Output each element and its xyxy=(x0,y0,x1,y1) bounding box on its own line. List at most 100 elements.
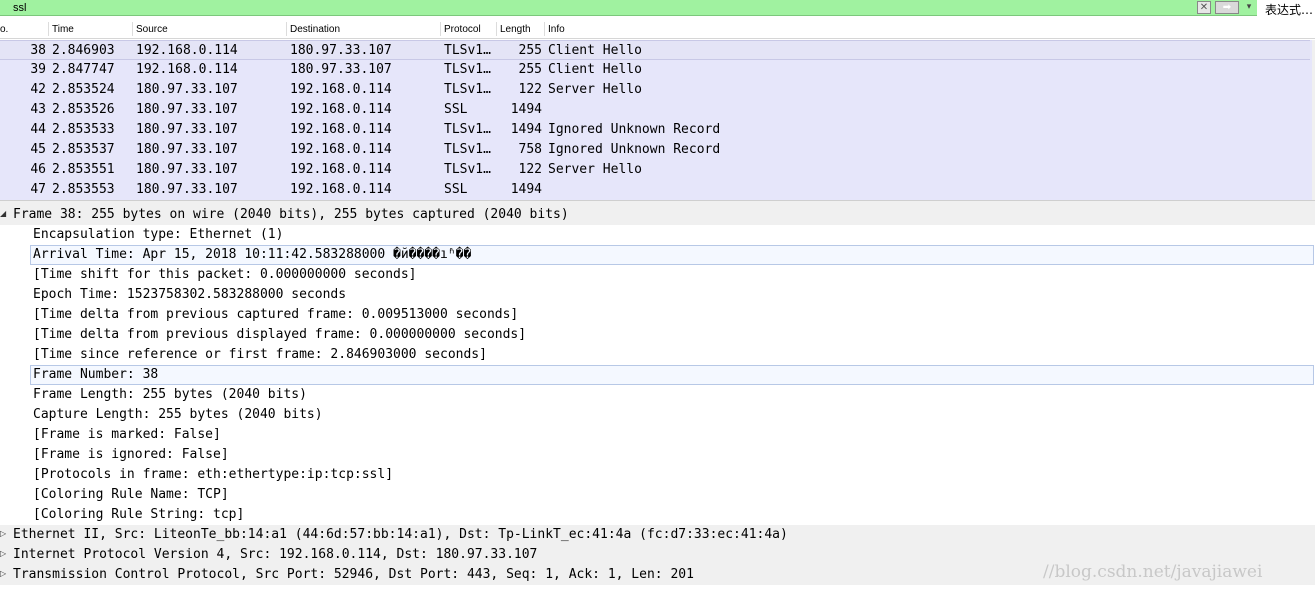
packet-row[interactable]: 39 2.847747 192.168.0.114 180.97.33.107 TLSv… xyxy=(0,60,1310,80)
collapsed-triangle-icon[interactable]: ▷ xyxy=(0,569,6,578)
tree-leaf[interactable]: [Time since reference or first frame: 2.… xyxy=(0,345,1315,365)
packet-length-cell: 122 xyxy=(496,82,542,97)
packet-protocol-cell: TLSv1… xyxy=(444,122,491,137)
tree-item-label: [Frame is marked: False] xyxy=(33,427,221,442)
column-separator[interactable] xyxy=(544,22,545,36)
packet-info-cell: Client Hello xyxy=(548,43,642,58)
display-filter-bar: ssl ✕ ➡ ▾ 表达式… xyxy=(0,0,1315,17)
column-header-source[interactable]: Source xyxy=(136,24,168,35)
packet-time-cell: 2.853526 xyxy=(52,102,115,117)
packet-no-cell: 47 xyxy=(10,182,46,197)
expression-button[interactable]: 表达式… xyxy=(1265,1,1313,18)
column-separator[interactable] xyxy=(286,22,287,36)
packet-time-cell: 2.853551 xyxy=(52,162,115,177)
column-header-no[interactable]: o. xyxy=(0,24,8,35)
tree-item-label: [Time delta from previous displayed fram… xyxy=(33,327,526,342)
packet-source-cell: 180.97.33.107 xyxy=(136,102,238,117)
packet-time-cell: 2.846903 xyxy=(52,43,115,58)
packet-destination-cell: 180.97.33.107 xyxy=(290,43,392,58)
packet-info-cell: Client Hello xyxy=(548,62,642,77)
tree-leaf[interactable]: [Coloring Rule Name: TCP] xyxy=(0,485,1315,505)
collapsed-triangle-icon[interactable]: ▷ xyxy=(0,529,6,538)
tree-item-label: [Coloring Rule String: tcp] xyxy=(33,507,244,522)
packet-length-cell: 758 xyxy=(496,142,542,157)
packet-length-cell: 122 xyxy=(496,162,542,177)
column-header-destination[interactable]: Destination xyxy=(290,24,340,35)
column-header-time[interactable]: Time xyxy=(52,24,74,35)
tree-leaf[interactable]: Frame Length: 255 bytes (2040 bits) xyxy=(0,385,1315,405)
packet-protocol-cell: TLSv1… xyxy=(444,62,491,77)
packet-row[interactable]: 47 2.853553 180.97.33.107 192.168.0.114 SSL 1… xyxy=(0,180,1310,200)
packet-no-cell: 39 xyxy=(10,62,46,77)
packet-info-cell: Server Hello xyxy=(548,162,642,177)
packet-row[interactable]: 42 2.853524 180.97.33.107 192.168.0.114 TLSv… xyxy=(0,80,1310,100)
clear-filter-button[interactable]: ✕ xyxy=(1197,1,1211,14)
packet-row[interactable]: 38 2.846903 192.168.0.114 180.97.33.107 TLSv… xyxy=(0,40,1310,60)
tree-item-label: [Time shift for this packet: 0.000000000… xyxy=(33,267,417,282)
packet-destination-cell: 192.168.0.114 xyxy=(290,82,392,97)
tree-leaf[interactable]: [Time delta from previous displayed fram… xyxy=(0,325,1315,345)
clear-x-icon: ✕ xyxy=(1200,2,1208,13)
packet-source-cell: 180.97.33.107 xyxy=(136,162,238,177)
tree-item-label: Frame Length: 255 bytes (2040 bits) xyxy=(33,387,307,402)
packet-no-cell: 46 xyxy=(10,162,46,177)
tree-item-label: Capture Length: 255 bytes (2040 bits) xyxy=(33,407,323,422)
packet-time-cell: 2.853524 xyxy=(52,82,115,97)
packet-list-header: o. Time Source Destination Protocol Leng… xyxy=(0,20,1315,39)
display-filter-input[interactable]: ssl xyxy=(0,0,1257,16)
display-filter-text[interactable]: ssl xyxy=(13,2,26,14)
packet-destination-cell: 192.168.0.114 xyxy=(290,162,392,177)
column-separator[interactable] xyxy=(48,22,49,36)
packet-protocol-cell: SSL xyxy=(444,102,467,117)
column-header-info[interactable]: Info xyxy=(548,24,565,35)
filter-history-dropdown[interactable]: ▾ xyxy=(1243,1,1255,14)
column-separator[interactable] xyxy=(496,22,497,36)
tree-leaf[interactable]: [Frame is marked: False] xyxy=(0,425,1315,445)
packet-length-cell: 255 xyxy=(496,43,542,58)
column-separator[interactable] xyxy=(132,22,133,36)
tree-node[interactable]: ▷ Ethernet II, Src: LiteonTe_bb:14:a1 (44… xyxy=(0,525,1315,545)
packet-destination-cell: 192.168.0.114 xyxy=(290,102,392,117)
packet-destination-cell: 192.168.0.114 xyxy=(290,182,392,197)
packet-protocol-cell: TLSv1… xyxy=(444,162,491,177)
tree-leaf[interactable]: [Coloring Rule String: tcp] xyxy=(0,505,1315,525)
tree-node[interactable]: ◢ Frame 38: 255 bytes on wire (2040 bits)… xyxy=(0,205,1315,225)
packet-details-tree: ◢ Frame 38: 255 bytes on wire (2040 bits)… xyxy=(0,205,1315,591)
tree-leaf[interactable]: [Time delta from previous captured frame… xyxy=(0,305,1315,325)
tree-leaf[interactable]: [Frame is ignored: False] xyxy=(0,445,1315,465)
collapsed-triangle-icon[interactable]: ▷ xyxy=(0,549,6,558)
packet-no-cell: 38 xyxy=(10,43,46,58)
packet-no-cell: 44 xyxy=(10,122,46,137)
tree-leaf[interactable]: Arrival Time: Apr 15, 2018 10:11:42.5832… xyxy=(0,245,1315,265)
column-separator[interactable] xyxy=(440,22,441,36)
column-header-length[interactable]: Length xyxy=(500,24,531,35)
packet-length-cell: 1494 xyxy=(496,122,542,137)
tree-item-label: Frame 38: 255 bytes on wire (2040 bits),… xyxy=(13,207,569,222)
tree-leaf[interactable]: Encapsulation type: Ethernet (1) xyxy=(0,225,1315,245)
tree-leaf[interactable]: Frame Number: 38 xyxy=(0,365,1315,385)
tree-leaf[interactable]: Epoch Time: 1523758302.583288000 seconds xyxy=(0,285,1315,305)
expanded-triangle-icon[interactable]: ◢ xyxy=(0,209,6,218)
tree-item-label: Internet Protocol Version 4, Src: 192.16… xyxy=(13,547,537,562)
packet-protocol-cell: TLSv1… xyxy=(444,142,491,157)
packet-row[interactable]: 45 2.853537 180.97.33.107 192.168.0.114 TLSv… xyxy=(0,140,1310,160)
packet-protocol-cell: TLSv1… xyxy=(444,43,491,58)
tree-leaf[interactable]: [Time shift for this packet: 0.000000000… xyxy=(0,265,1315,285)
apply-filter-button[interactable]: ➡ xyxy=(1215,1,1239,14)
packet-row[interactable]: 43 2.853526 180.97.33.107 192.168.0.114 SSL 1… xyxy=(0,100,1310,120)
packet-row[interactable]: 44 2.853533 180.97.33.107 192.168.0.114 TLSv… xyxy=(0,120,1310,140)
packet-time-cell: 2.853533 xyxy=(52,122,115,137)
column-header-protocol[interactable]: Protocol xyxy=(444,24,481,35)
packet-info-cell: Ignored Unknown Record xyxy=(548,142,720,157)
tree-item-label: Encapsulation type: Ethernet (1) xyxy=(33,227,283,242)
packet-destination-cell: 192.168.0.114 xyxy=(290,122,392,137)
packet-time-cell: 2.847747 xyxy=(52,62,115,77)
packet-row[interactable]: 46 2.853551 180.97.33.107 192.168.0.114 TLSv… xyxy=(0,160,1310,180)
packet-source-cell: 180.97.33.107 xyxy=(136,82,238,97)
tree-item-highlight xyxy=(30,365,1314,385)
tree-leaf[interactable]: [Protocols in frame: eth:ethertype:ip:tc… xyxy=(0,465,1315,485)
packet-list: 38 2.846903 192.168.0.114 180.97.33.107 TLSv… xyxy=(0,40,1312,200)
tree-item-label: Frame Number: 38 xyxy=(33,367,158,382)
packet-destination-cell: 180.97.33.107 xyxy=(290,62,392,77)
tree-leaf[interactable]: Capture Length: 255 bytes (2040 bits) xyxy=(0,405,1315,425)
